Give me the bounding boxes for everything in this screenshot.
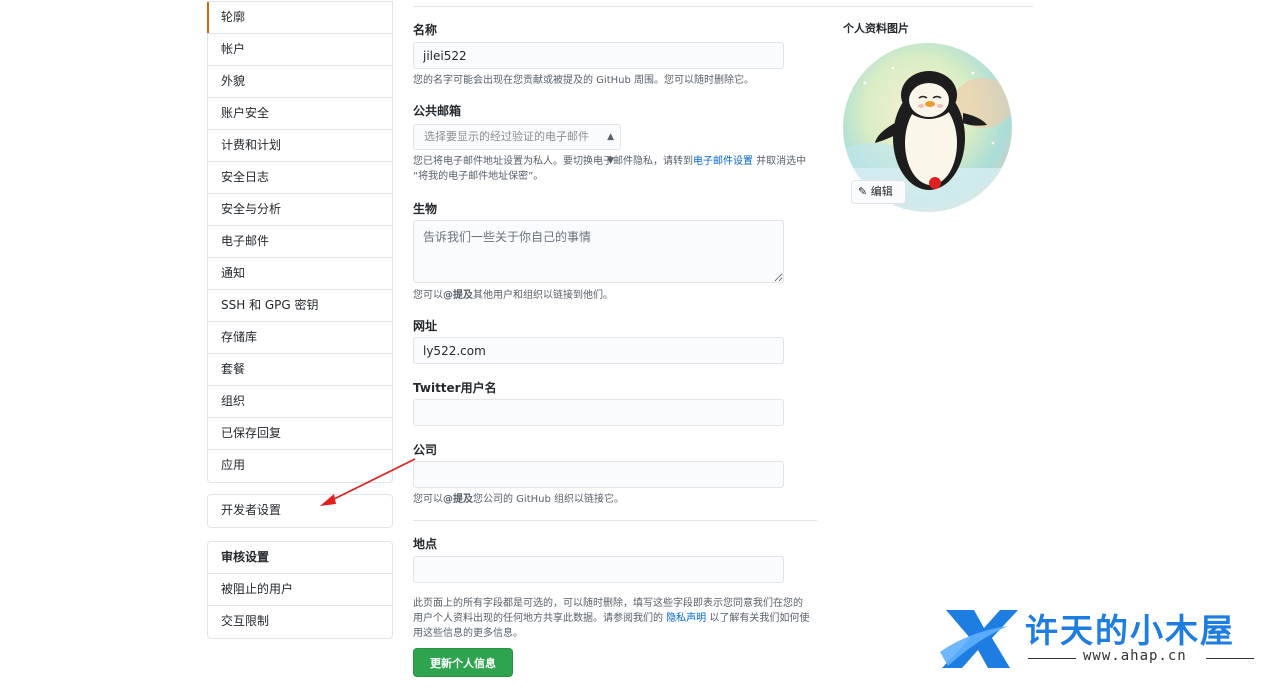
url-label: 网址 [413, 319, 438, 333]
company-note-mention: @提及 [443, 494, 473, 505]
sidebar-item-emails[interactable]: 电子邮件 [208, 226, 392, 258]
location-label: 地点 [413, 537, 438, 551]
sidebar-item-ssh-gpg-keys[interactable]: SSH 和 GPG 密钥 [208, 290, 392, 322]
twitter-label: Twitter用户名 [413, 381, 497, 395]
sidebar-item-packages[interactable]: 套餐 [208, 354, 392, 386]
moderation-heading: 审核设置 [208, 542, 392, 574]
moderation-settings-menu: 审核设置 被阻止的用户 交互限制 [207, 541, 393, 639]
sidebar-item-appearance[interactable]: 外貌 [208, 66, 392, 98]
public-email-note: 您已将电子邮件地址设置为私人。要切换电子邮件隐私，请转到电子邮件设置 并取消选中… [413, 154, 823, 184]
avatar-edit-button[interactable]: ✎ 编辑 [851, 180, 906, 204]
sidebar-item-profile[interactable]: 轮廓 [207, 2, 392, 34]
footer-note-line2-after: 以了解有关我们如何使 [706, 613, 810, 624]
bio-label: 生物 [413, 202, 438, 216]
bio-note: 您可以@提及其他用户和组织以链接到他们。 [413, 288, 613, 303]
public-email-label: 公共邮箱 [413, 104, 462, 118]
sidebar-item-account[interactable]: 帐户 [208, 34, 392, 66]
watermark-line-right [1206, 658, 1254, 659]
public-email-note-line2: “将我的电子邮件地址保密”。 [413, 171, 544, 182]
privacy-statement-link[interactable]: 隐私声明 [666, 613, 706, 624]
company-note-text-2: 您公司的 GitHub 组织以链接它。 [473, 494, 625, 505]
watermark: 许天的小木屋 www.ahap.cn [938, 604, 1268, 674]
sidebar-item-saved-replies[interactable]: 已保存回复 [208, 418, 392, 450]
name-input[interactable] [413, 42, 784, 69]
public-email-note-text: 您已将电子邮件地址设置为私人。要切换电子邮件隐私，请转到 [413, 156, 693, 167]
company-note: 您可以@提及您公司的 GitHub 组织以链接它。 [413, 492, 624, 507]
footer-note: 此页面上的所有字段都是可选的，可以随时删除，填写这些字段即表示您同意我们在您的 … [413, 596, 833, 641]
public-email-select-value: 选择要显示的经过验证的电子邮件 [424, 130, 589, 143]
sidebar-item-interaction-limits[interactable]: 交互限制 [208, 606, 392, 638]
sidebar-item-security-log[interactable]: 安全日志 [208, 162, 392, 194]
email-settings-link[interactable]: 电子邮件设置 [693, 156, 753, 167]
sidebar-item-repositories[interactable]: 存储库 [208, 322, 392, 354]
bio-note-mention: @提及 [443, 290, 473, 301]
sidebar-item-billing[interactable]: 计费和计划 [208, 130, 392, 162]
url-input[interactable] [413, 337, 784, 364]
update-profile-button[interactable]: 更新个人信息 [413, 648, 513, 677]
sidebar-item-blocked-users[interactable]: 被阻止的用户 [208, 574, 392, 606]
company-note-text: 您可以 [413, 494, 443, 505]
top-divider [413, 6, 1033, 7]
settings-sidebar-menu: 轮廓 帐户 外貌 账户安全 计费和计划 安全日志 安全与分析 电子邮件 通知 SSH 和 GPG … [207, 1, 393, 483]
bio-note-text: 您可以 [413, 290, 443, 301]
watermark-line-left [1028, 658, 1076, 659]
sidebar-item-account-security[interactable]: 账户安全 [208, 98, 392, 130]
pencil-icon: ✎ [858, 185, 868, 198]
watermark-url: www.ahap.cn [1083, 648, 1187, 664]
watermark-title: 许天的小木屋 [1025, 611, 1235, 650]
footer-note-line3: 用这些信息的更多信息。 [413, 628, 523, 639]
location-input[interactable] [413, 556, 784, 583]
watermark-logo-icon [940, 610, 1018, 668]
name-note: 您的名字可能会出现在您贡献或被提及的 GitHub 周围。您可以随时删除它。 [413, 75, 755, 86]
footer-note-line2: 用户个人资料出现的任何地方共享此数据。请参阅我们的 [413, 613, 667, 624]
company-label: 公司 [413, 443, 438, 457]
avatar-edit-label: 编辑 [870, 185, 893, 198]
bio-textarea[interactable] [413, 220, 784, 283]
public-email-note-text-2: 并取消选中 [753, 156, 807, 167]
annotation-arrow [320, 458, 416, 506]
profile-picture-title: 个人资料图片 [843, 22, 909, 35]
twitter-input[interactable] [413, 399, 784, 426]
section-divider [413, 520, 817, 521]
name-label: 名称 [413, 23, 438, 37]
company-input[interactable] [413, 461, 784, 488]
sidebar-item-security-analysis[interactable]: 安全与分析 [208, 194, 392, 226]
public-email-select[interactable]: 选择要显示的经过验证的电子邮件 ▲ ▼ [413, 124, 621, 166]
footer-note-line1: 此页面上的所有字段都是可选的，可以随时删除，填写这些字段即表示您同意我们在您的 [413, 598, 803, 609]
bio-note-text-2: 其他用户和组织以链接到他们。 [473, 290, 613, 301]
sidebar-item-organizations[interactable]: 组织 [208, 386, 392, 418]
sidebar-item-notifications[interactable]: 通知 [208, 258, 392, 290]
